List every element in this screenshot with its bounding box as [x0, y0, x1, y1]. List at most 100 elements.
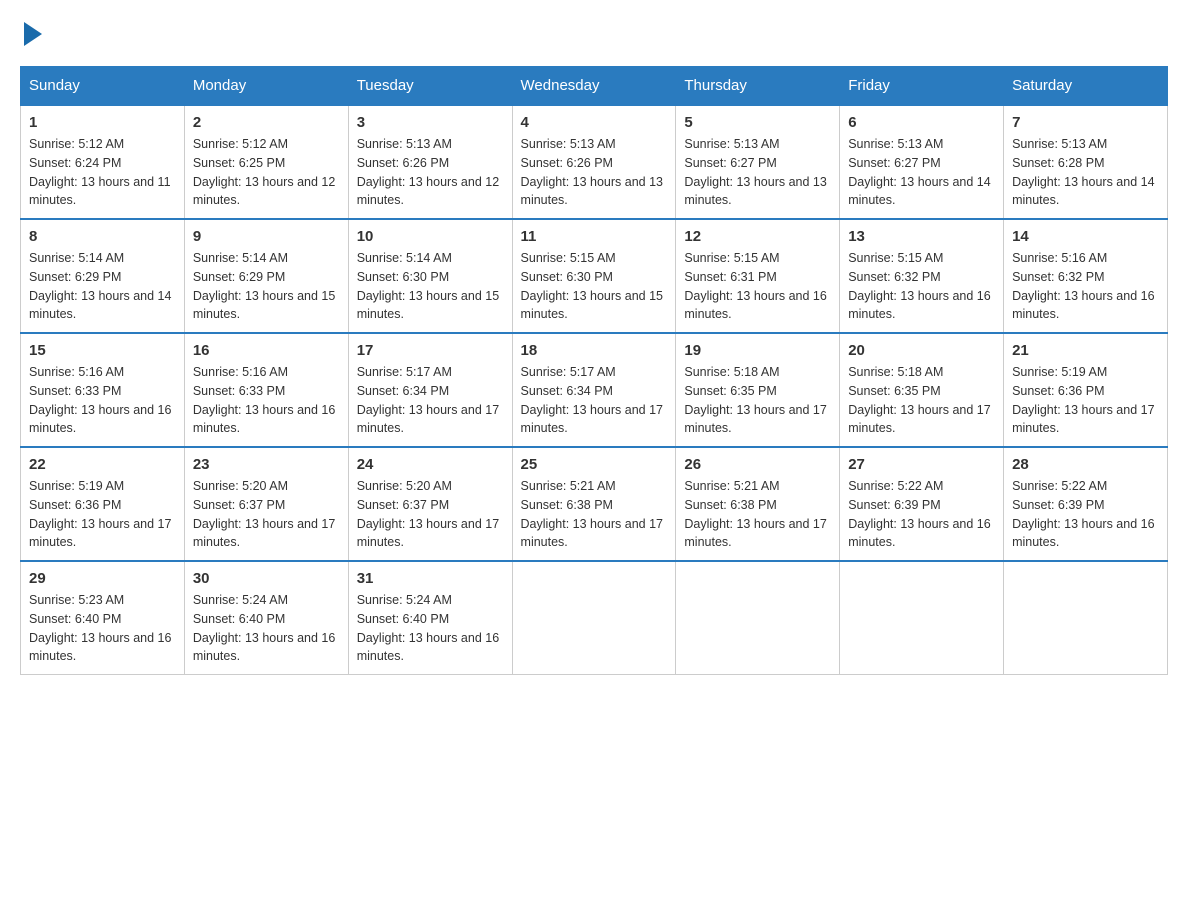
column-header-tuesday: Tuesday	[348, 67, 512, 106]
day-info: Sunrise: 5:13 AMSunset: 6:27 PMDaylight:…	[848, 135, 995, 210]
day-number: 6	[848, 114, 995, 131]
day-number: 21	[1012, 342, 1159, 359]
day-number: 14	[1012, 228, 1159, 245]
calendar-cell: 8 Sunrise: 5:14 AMSunset: 6:29 PMDayligh…	[21, 219, 185, 333]
day-number: 20	[848, 342, 995, 359]
day-info: Sunrise: 5:14 AMSunset: 6:30 PMDaylight:…	[357, 249, 504, 324]
day-info: Sunrise: 5:24 AMSunset: 6:40 PMDaylight:…	[357, 591, 504, 666]
day-number: 8	[29, 228, 176, 245]
column-header-thursday: Thursday	[676, 67, 840, 106]
day-number: 9	[193, 228, 340, 245]
day-info: Sunrise: 5:16 AMSunset: 6:33 PMDaylight:…	[193, 363, 340, 438]
day-number: 17	[357, 342, 504, 359]
calendar-week-row: 22 Sunrise: 5:19 AMSunset: 6:36 PMDaylig…	[21, 447, 1168, 561]
day-info: Sunrise: 5:14 AMSunset: 6:29 PMDaylight:…	[29, 249, 176, 324]
column-header-friday: Friday	[840, 67, 1004, 106]
day-info: Sunrise: 5:20 AMSunset: 6:37 PMDaylight:…	[193, 477, 340, 552]
calendar-cell: 6 Sunrise: 5:13 AMSunset: 6:27 PMDayligh…	[840, 105, 1004, 219]
calendar-cell: 17 Sunrise: 5:17 AMSunset: 6:34 PMDaylig…	[348, 333, 512, 447]
day-info: Sunrise: 5:14 AMSunset: 6:29 PMDaylight:…	[193, 249, 340, 324]
day-number: 27	[848, 456, 995, 473]
day-number: 5	[684, 114, 831, 131]
calendar-cell: 1 Sunrise: 5:12 AMSunset: 6:24 PMDayligh…	[21, 105, 185, 219]
calendar-cell: 4 Sunrise: 5:13 AMSunset: 6:26 PMDayligh…	[512, 105, 676, 219]
day-number: 31	[357, 570, 504, 587]
calendar-cell: 30 Sunrise: 5:24 AMSunset: 6:40 PMDaylig…	[184, 561, 348, 675]
calendar-week-row: 1 Sunrise: 5:12 AMSunset: 6:24 PMDayligh…	[21, 105, 1168, 219]
day-info: Sunrise: 5:22 AMSunset: 6:39 PMDaylight:…	[848, 477, 995, 552]
day-info: Sunrise: 5:17 AMSunset: 6:34 PMDaylight:…	[357, 363, 504, 438]
calendar-cell: 14 Sunrise: 5:16 AMSunset: 6:32 PMDaylig…	[1004, 219, 1168, 333]
day-info: Sunrise: 5:13 AMSunset: 6:28 PMDaylight:…	[1012, 135, 1159, 210]
day-number: 3	[357, 114, 504, 131]
day-info: Sunrise: 5:18 AMSunset: 6:35 PMDaylight:…	[684, 363, 831, 438]
logo-arrow-icon	[24, 22, 42, 46]
column-header-wednesday: Wednesday	[512, 67, 676, 106]
calendar-cell: 23 Sunrise: 5:20 AMSunset: 6:37 PMDaylig…	[184, 447, 348, 561]
logo	[20, 20, 42, 46]
calendar-cell: 22 Sunrise: 5:19 AMSunset: 6:36 PMDaylig…	[21, 447, 185, 561]
day-info: Sunrise: 5:16 AMSunset: 6:32 PMDaylight:…	[1012, 249, 1159, 324]
calendar-cell: 29 Sunrise: 5:23 AMSunset: 6:40 PMDaylig…	[21, 561, 185, 675]
day-info: Sunrise: 5:19 AMSunset: 6:36 PMDaylight:…	[29, 477, 176, 552]
calendar-cell: 16 Sunrise: 5:16 AMSunset: 6:33 PMDaylig…	[184, 333, 348, 447]
calendar-week-row: 29 Sunrise: 5:23 AMSunset: 6:40 PMDaylig…	[21, 561, 1168, 675]
day-number: 16	[193, 342, 340, 359]
calendar-cell: 25 Sunrise: 5:21 AMSunset: 6:38 PMDaylig…	[512, 447, 676, 561]
calendar-cell: 2 Sunrise: 5:12 AMSunset: 6:25 PMDayligh…	[184, 105, 348, 219]
day-number: 13	[848, 228, 995, 245]
column-header-sunday: Sunday	[21, 67, 185, 106]
day-number: 23	[193, 456, 340, 473]
day-info: Sunrise: 5:15 AMSunset: 6:32 PMDaylight:…	[848, 249, 995, 324]
day-info: Sunrise: 5:13 AMSunset: 6:27 PMDaylight:…	[684, 135, 831, 210]
day-number: 26	[684, 456, 831, 473]
day-info: Sunrise: 5:16 AMSunset: 6:33 PMDaylight:…	[29, 363, 176, 438]
day-info: Sunrise: 5:24 AMSunset: 6:40 PMDaylight:…	[193, 591, 340, 666]
calendar-cell: 20 Sunrise: 5:18 AMSunset: 6:35 PMDaylig…	[840, 333, 1004, 447]
day-info: Sunrise: 5:12 AMSunset: 6:25 PMDaylight:…	[193, 135, 340, 210]
day-number: 22	[29, 456, 176, 473]
day-info: Sunrise: 5:22 AMSunset: 6:39 PMDaylight:…	[1012, 477, 1159, 552]
day-info: Sunrise: 5:18 AMSunset: 6:35 PMDaylight:…	[848, 363, 995, 438]
calendar-cell: 5 Sunrise: 5:13 AMSunset: 6:27 PMDayligh…	[676, 105, 840, 219]
day-info: Sunrise: 5:19 AMSunset: 6:36 PMDaylight:…	[1012, 363, 1159, 438]
calendar-cell: 15 Sunrise: 5:16 AMSunset: 6:33 PMDaylig…	[21, 333, 185, 447]
calendar-cell: 18 Sunrise: 5:17 AMSunset: 6:34 PMDaylig…	[512, 333, 676, 447]
calendar-cell: 13 Sunrise: 5:15 AMSunset: 6:32 PMDaylig…	[840, 219, 1004, 333]
day-info: Sunrise: 5:23 AMSunset: 6:40 PMDaylight:…	[29, 591, 176, 666]
calendar-cell: 11 Sunrise: 5:15 AMSunset: 6:30 PMDaylig…	[512, 219, 676, 333]
calendar-cell	[512, 561, 676, 675]
day-info: Sunrise: 5:21 AMSunset: 6:38 PMDaylight:…	[684, 477, 831, 552]
day-info: Sunrise: 5:15 AMSunset: 6:31 PMDaylight:…	[684, 249, 831, 324]
day-number: 15	[29, 342, 176, 359]
calendar-cell	[676, 561, 840, 675]
calendar-week-row: 8 Sunrise: 5:14 AMSunset: 6:29 PMDayligh…	[21, 219, 1168, 333]
day-info: Sunrise: 5:21 AMSunset: 6:38 PMDaylight:…	[521, 477, 668, 552]
day-number: 7	[1012, 114, 1159, 131]
calendar-cell: 21 Sunrise: 5:19 AMSunset: 6:36 PMDaylig…	[1004, 333, 1168, 447]
day-info: Sunrise: 5:20 AMSunset: 6:37 PMDaylight:…	[357, 477, 504, 552]
day-number: 28	[1012, 456, 1159, 473]
day-number: 12	[684, 228, 831, 245]
day-info: Sunrise: 5:13 AMSunset: 6:26 PMDaylight:…	[357, 135, 504, 210]
day-number: 29	[29, 570, 176, 587]
column-header-saturday: Saturday	[1004, 67, 1168, 106]
calendar-cell: 31 Sunrise: 5:24 AMSunset: 6:40 PMDaylig…	[348, 561, 512, 675]
calendar-cell: 3 Sunrise: 5:13 AMSunset: 6:26 PMDayligh…	[348, 105, 512, 219]
calendar-week-row: 15 Sunrise: 5:16 AMSunset: 6:33 PMDaylig…	[21, 333, 1168, 447]
calendar-cell	[1004, 561, 1168, 675]
day-number: 2	[193, 114, 340, 131]
day-number: 10	[357, 228, 504, 245]
day-number: 11	[521, 228, 668, 245]
day-info: Sunrise: 5:15 AMSunset: 6:30 PMDaylight:…	[521, 249, 668, 324]
calendar-cell: 24 Sunrise: 5:20 AMSunset: 6:37 PMDaylig…	[348, 447, 512, 561]
calendar-header-row: SundayMondayTuesdayWednesdayThursdayFrid…	[21, 67, 1168, 106]
day-info: Sunrise: 5:13 AMSunset: 6:26 PMDaylight:…	[521, 135, 668, 210]
page-header	[20, 20, 1168, 46]
calendar-cell: 12 Sunrise: 5:15 AMSunset: 6:31 PMDaylig…	[676, 219, 840, 333]
day-info: Sunrise: 5:17 AMSunset: 6:34 PMDaylight:…	[521, 363, 668, 438]
day-number: 30	[193, 570, 340, 587]
calendar-cell: 27 Sunrise: 5:22 AMSunset: 6:39 PMDaylig…	[840, 447, 1004, 561]
calendar-cell: 26 Sunrise: 5:21 AMSunset: 6:38 PMDaylig…	[676, 447, 840, 561]
calendar-cell: 9 Sunrise: 5:14 AMSunset: 6:29 PMDayligh…	[184, 219, 348, 333]
